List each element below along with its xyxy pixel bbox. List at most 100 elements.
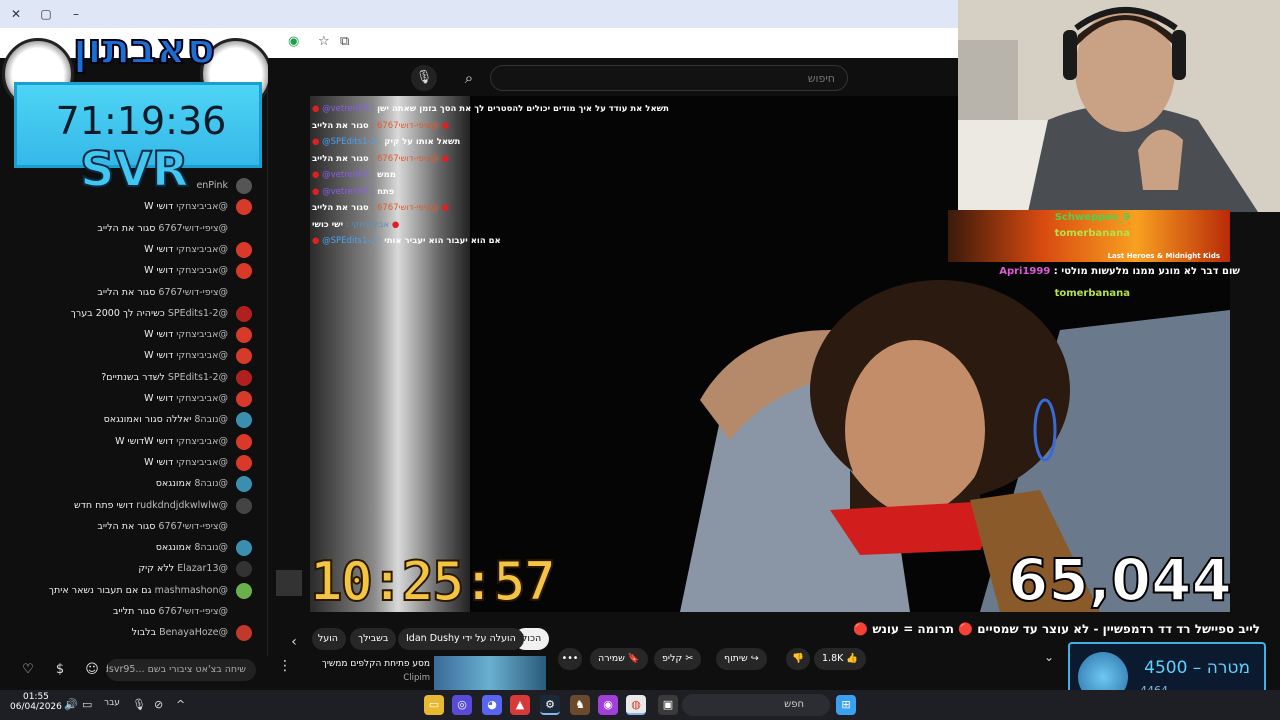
star-icon[interactable]: ☆ [318, 34, 330, 49]
chat-username[interactable]: @נובה8 [191, 414, 228, 425]
notifications-icon[interactable]: ⊘ [154, 698, 163, 711]
minimize-icon[interactable]: – [68, 6, 84, 22]
chat-username[interactable]: @SPEdits1-2 [165, 372, 228, 383]
chat-username[interactable]: enPink [196, 180, 228, 191]
shield-icon[interactable]: ◉ [288, 34, 299, 49]
restore-icon[interactable]: ▢ [38, 6, 54, 22]
clip-button[interactable]: קליפ ✂ [654, 648, 702, 670]
avatar[interactable] [236, 391, 252, 407]
chat-username[interactable]: @אביביצחקי [173, 457, 228, 468]
avatar[interactable] [236, 263, 252, 280]
chat-message: @אביביצחקי דושי W [0, 346, 262, 366]
filter-uploaded-by[interactable]: הועלה על ידי Idan Dushy [398, 628, 524, 650]
chat-username[interactable]: @ציפי-דושי6767 [155, 606, 228, 617]
avatar[interactable] [236, 241, 252, 258]
search-icon[interactable]: ⌕ [454, 65, 484, 91]
more-vert-icon[interactable]: ⋮ [278, 658, 292, 674]
chat-text: כשיהיה לך 2000 בערך [70, 307, 165, 319]
chat-username[interactable]: @mashmashon [152, 585, 228, 596]
network-icon[interactable]: ▭ [82, 698, 92, 711]
file-explorer-icon[interactable]: ▭ [424, 695, 444, 715]
search-input[interactable] [527, 66, 847, 90]
streaming-app-icon[interactable]: ◉ [598, 695, 618, 715]
video-chat-line: ● @SPEdits1-2 : תשאל אותו על קיק [312, 137, 460, 147]
avatar[interactable] [236, 454, 252, 471]
subathon-logo: סאבתון [72, 23, 216, 74]
avatar[interactable] [236, 284, 252, 301]
video-chat-text: ממש [377, 170, 396, 180]
avatar[interactable] [236, 199, 252, 216]
chat-username[interactable]: @Elazar13 [174, 563, 228, 574]
chat-username[interactable]: @ציפי-דושי6767 [155, 223, 228, 234]
chat-message-text: @Elazar13 ללא קיק [138, 563, 228, 574]
chat-username[interactable]: @אביביצחקי [173, 350, 228, 361]
save-button[interactable]: שמירה 🔖 [590, 648, 648, 670]
chat-username[interactable]: @נובה8 [191, 478, 228, 489]
app-icon[interactable]: ▲ [510, 695, 530, 715]
chevron-left-icon[interactable]: ‹ [282, 630, 306, 654]
chat-input[interactable]: שיחה בצ'אט ציבורי בשם ...dsvr95 [106, 659, 256, 681]
avatar[interactable] [236, 433, 252, 450]
filter-for-you[interactable]: בשבילך [350, 628, 397, 650]
avatar[interactable] [236, 497, 252, 514]
chat-username[interactable]: @אביביצחקי [173, 329, 228, 340]
chrome-icon[interactable]: ◍ [626, 695, 646, 715]
scissors-icon: ✂ [685, 653, 694, 664]
close-icon[interactable]: ✕ [8, 6, 24, 22]
next-video-thumbnail[interactable] [434, 656, 546, 690]
avatar[interactable] [236, 412, 252, 429]
avatar[interactable] [236, 348, 252, 365]
search-box[interactable] [490, 65, 848, 91]
share-button[interactable]: שיתוף ↪ [716, 648, 767, 670]
avatar[interactable] [236, 604, 252, 620]
chevron-down-icon[interactable]: ⌄ [1044, 650, 1054, 664]
avatar[interactable] [236, 327, 252, 344]
avatar[interactable] [236, 518, 252, 535]
avatar[interactable] [236, 561, 252, 578]
language-indicator[interactable]: עבר [104, 698, 120, 708]
chat-username[interactable]: @אביביצחקי [173, 244, 228, 255]
video-chat-text: תשאל אותו על קיק [384, 137, 461, 147]
avatar[interactable] [236, 220, 252, 237]
taskbar-clock[interactable]: 01:55 06/04/2026 [10, 692, 62, 712]
avatar[interactable] [236, 582, 252, 599]
install-icon[interactable]: ⧉ [340, 34, 349, 49]
avatar[interactable] [236, 476, 252, 493]
chat-username[interactable]: @rudkdndjdkwlwlw [133, 500, 228, 511]
chevron-up-icon[interactable]: ^ [176, 698, 185, 711]
chat-username[interactable]: @ציפי-דושי6767 [155, 287, 228, 298]
chat-username[interactable]: @אביביצחקי [173, 201, 228, 212]
chat-username[interactable]: @נובה8 [191, 542, 228, 553]
next-video-channel[interactable]: Clipim [380, 673, 430, 683]
heart-icon[interactable]: ♡ [18, 660, 38, 680]
chat-username[interactable]: @אביביצחקי [173, 393, 228, 404]
next-video-title[interactable]: מסע פתיחת הקלפים ממשיך [298, 659, 430, 669]
avatar[interactable] [236, 369, 252, 386]
avatar[interactable] [236, 540, 252, 557]
mic-icon[interactable]: 🎙 [132, 698, 146, 711]
task-view-icon[interactable]: ▣ [658, 695, 678, 715]
game-icon[interactable]: ♞ [570, 695, 590, 715]
chat-username[interactable]: @ציפי-דושי6767 [155, 521, 228, 532]
chat-username[interactable]: @אביביצחקי [173, 265, 228, 276]
volume-icon[interactable]: 🔊 [64, 698, 78, 711]
mic-icon[interactable]: 🎙 [411, 65, 437, 91]
windows-start-icon[interactable]: ⊞ [836, 695, 856, 715]
chat-username[interactable]: @אביביצחקי [173, 436, 228, 447]
taskbar-search[interactable]: חפש [682, 694, 830, 716]
chat-username[interactable]: @SPEdits1-2 [165, 308, 228, 319]
channel-avatar[interactable] [276, 570, 302, 596]
dislike-button[interactable]: 👎 [786, 648, 810, 670]
like-button[interactable]: 1.8K 👍 [814, 648, 867, 670]
steam-icon[interactable]: ⚙ [540, 695, 560, 715]
discord-icon[interactable]: ◕ [482, 695, 502, 715]
chat-username[interactable]: @BenayaHoze [156, 627, 228, 638]
super-chat-icon[interactable]: $ [50, 660, 70, 680]
avatar[interactable] [236, 178, 252, 194]
obs-icon[interactable]: ◎ [452, 695, 472, 715]
filter-uploaded[interactable]: הועל [312, 628, 346, 650]
avatar[interactable] [236, 625, 252, 642]
emoji-icon[interactable]: ☺ [82, 660, 102, 680]
avatar[interactable] [236, 305, 252, 322]
more-actions-button[interactable]: ••• [558, 648, 582, 670]
